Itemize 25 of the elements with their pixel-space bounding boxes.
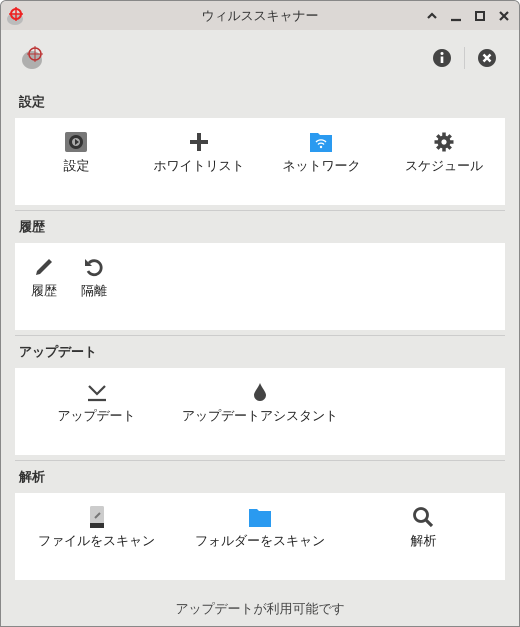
maximize-icon[interactable] [473, 8, 487, 22]
section-title: 設定 [18, 94, 46, 112]
search-icon[interactable] [411, 505, 436, 529]
tool-label[interactable]: フォルダーをスキャン [194, 532, 325, 550]
network-folder-icon[interactable] [309, 130, 334, 154]
window-title: ウィルススキャナー [202, 8, 318, 24]
tool-label[interactable]: 履歴 [31, 282, 57, 300]
tool-label[interactable]: ホワイトリスト [153, 157, 244, 175]
tool-label[interactable]: アップデートアシスタント [182, 407, 338, 425]
tool-label[interactable]: 解析 [410, 532, 436, 550]
status-message: アップデートが利用可能です [174, 601, 346, 618]
tool-label[interactable]: スケジュール [404, 157, 483, 175]
close-icon[interactable] [477, 48, 497, 68]
tool-label[interactable]: アップデート [58, 407, 136, 425]
tool-label[interactable]: 隔離 [81, 282, 107, 300]
close-icon[interactable] [497, 8, 511, 22]
info-icon[interactable] [432, 48, 452, 68]
section-title: 履歴 [18, 219, 46, 237]
gear-icon[interactable] [432, 130, 456, 154]
tool-label[interactable]: ネットワーク [282, 157, 360, 175]
tool-label[interactable]: 設定 [63, 157, 90, 175]
section-title: 解析 [18, 469, 46, 487]
section-title: アップデート [18, 344, 98, 362]
settings-icon[interactable] [64, 130, 88, 154]
tool-label[interactable]: ファイルをスキャン [38, 532, 156, 550]
